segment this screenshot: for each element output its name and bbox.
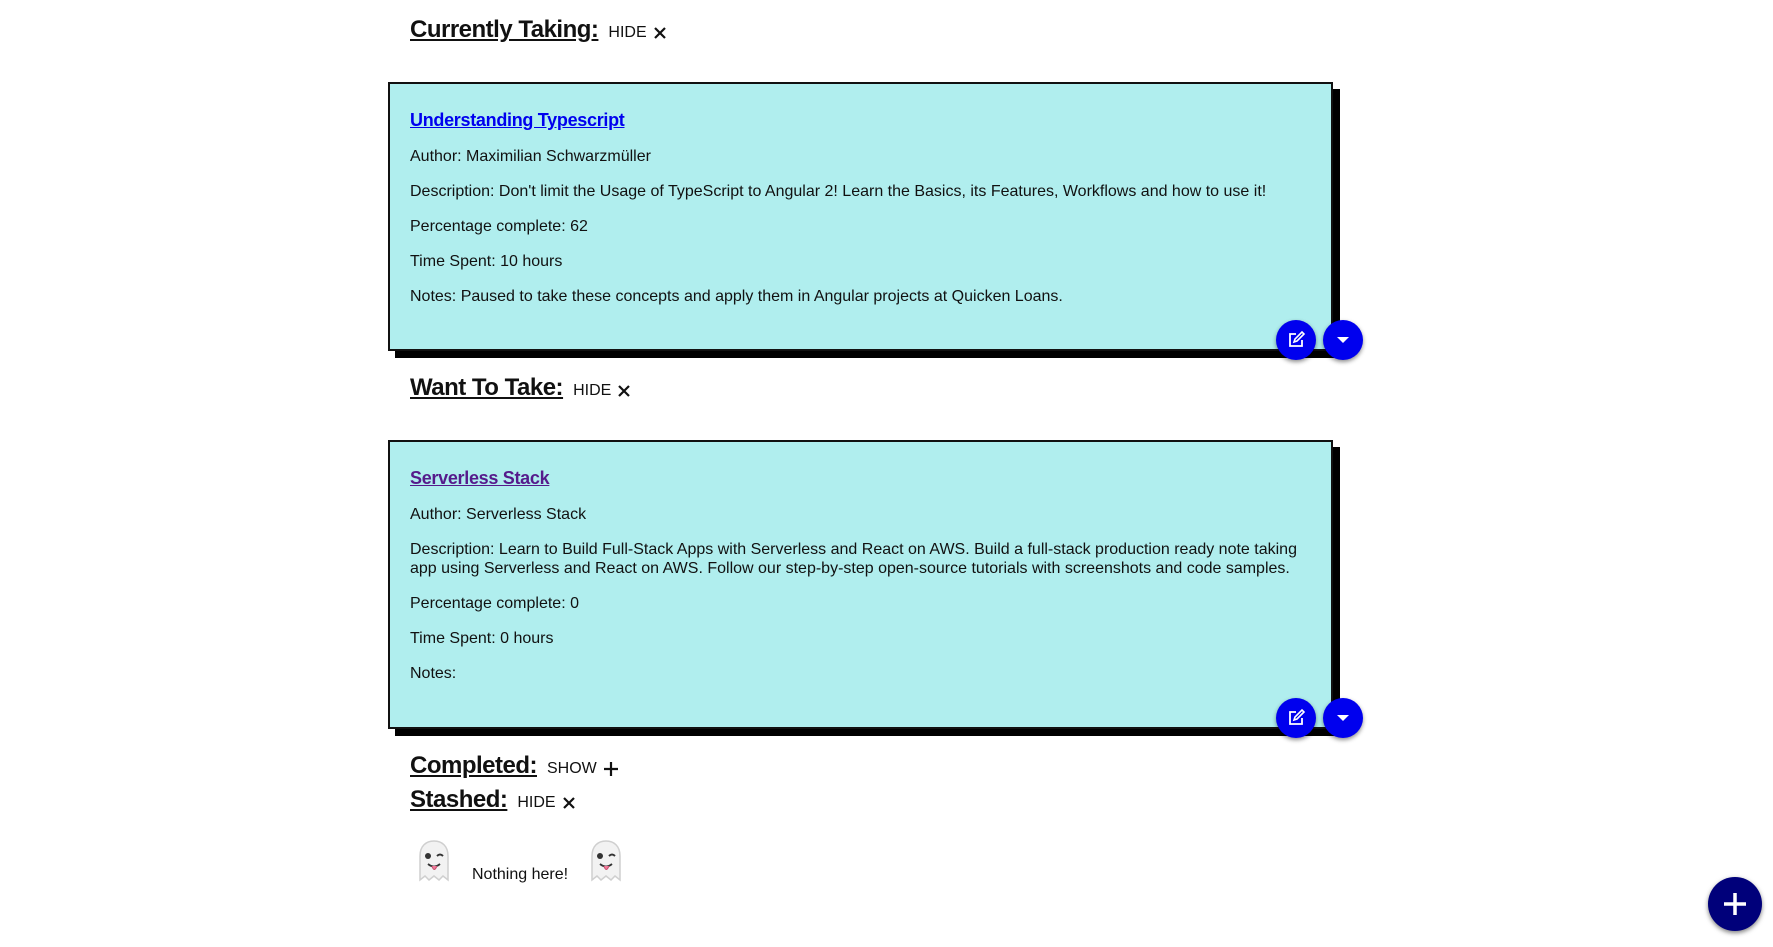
expand-button[interactable] bbox=[1323, 320, 1363, 360]
section-completed-header: Completed: SHOW bbox=[410, 752, 619, 780]
course-description: Description: Don't limit the Usage of Ty… bbox=[410, 183, 1267, 200]
ghost-icon bbox=[419, 840, 449, 882]
add-course-button[interactable] bbox=[1708, 877, 1762, 931]
toggle-label: HIDE bbox=[517, 794, 556, 811]
course-percentage: Percentage complete: 0 bbox=[410, 595, 579, 612]
section-currently-taking-header: Currently Taking: HIDE bbox=[410, 16, 667, 44]
section-stashed-header: Stashed: HIDE bbox=[410, 786, 576, 814]
ghost-icon bbox=[591, 840, 621, 882]
plus-icon bbox=[603, 762, 618, 776]
page: Currently Taking: HIDE Understanding Typ… bbox=[0, 0, 1773, 947]
section-want-to-take-header: Want To Take: HIDE bbox=[410, 374, 631, 402]
course-description: Description: Learn to Build Full-Stack A… bbox=[410, 541, 1297, 577]
toggle-currently-taking[interactable]: HIDE bbox=[608, 24, 666, 42]
toggle-label: SHOW bbox=[547, 760, 597, 777]
plus-icon bbox=[1724, 893, 1746, 915]
edit-icon bbox=[1289, 708, 1306, 725]
course-percentage: Percentage complete: 62 bbox=[410, 218, 588, 235]
edit-button[interactable] bbox=[1276, 698, 1316, 738]
course-card: Understanding Typescript Author: Maximil… bbox=[388, 82, 1333, 351]
close-icon bbox=[618, 385, 631, 397]
caret-down-icon bbox=[1337, 715, 1349, 721]
caret-down-icon bbox=[1337, 337, 1349, 343]
empty-state-text: Nothing here! bbox=[472, 866, 569, 883]
course-author: Author: Serverless Stack bbox=[410, 506, 587, 523]
close-icon bbox=[562, 797, 575, 809]
section-title-currently-taking: Currently Taking: bbox=[410, 16, 599, 43]
course-notes: Notes: bbox=[410, 665, 457, 682]
section-title-stashed: Stashed: bbox=[410, 786, 508, 813]
toggle-completed[interactable]: SHOW bbox=[547, 760, 619, 778]
toggle-want-to-take[interactable]: HIDE bbox=[573, 382, 631, 400]
toggle-stashed[interactable]: HIDE bbox=[517, 794, 575, 812]
close-icon bbox=[653, 27, 666, 39]
expand-button[interactable] bbox=[1323, 698, 1363, 738]
course-author: Author: Maximilian Schwarzmüller bbox=[410, 148, 651, 165]
toggle-label: HIDE bbox=[608, 24, 647, 41]
course-time-spent: Time Spent: 10 hours bbox=[410, 253, 563, 270]
course-title-link[interactable]: Understanding Typescript bbox=[410, 110, 625, 131]
section-title-completed: Completed: bbox=[410, 752, 538, 779]
edit-icon bbox=[1289, 330, 1306, 347]
course-title-link[interactable]: Serverless Stack bbox=[410, 468, 550, 489]
edit-button[interactable] bbox=[1276, 320, 1316, 360]
course-time-spent: Time Spent: 0 hours bbox=[410, 630, 554, 647]
section-title-want-to-take: Want To Take: bbox=[410, 374, 564, 401]
empty-state: Nothing here! bbox=[410, 836, 630, 884]
course-notes: Notes: Paused to take these concepts and… bbox=[410, 288, 1063, 305]
course-card: Serverless Stack Author: Serverless Stac… bbox=[388, 440, 1333, 729]
toggle-label: HIDE bbox=[573, 382, 612, 399]
